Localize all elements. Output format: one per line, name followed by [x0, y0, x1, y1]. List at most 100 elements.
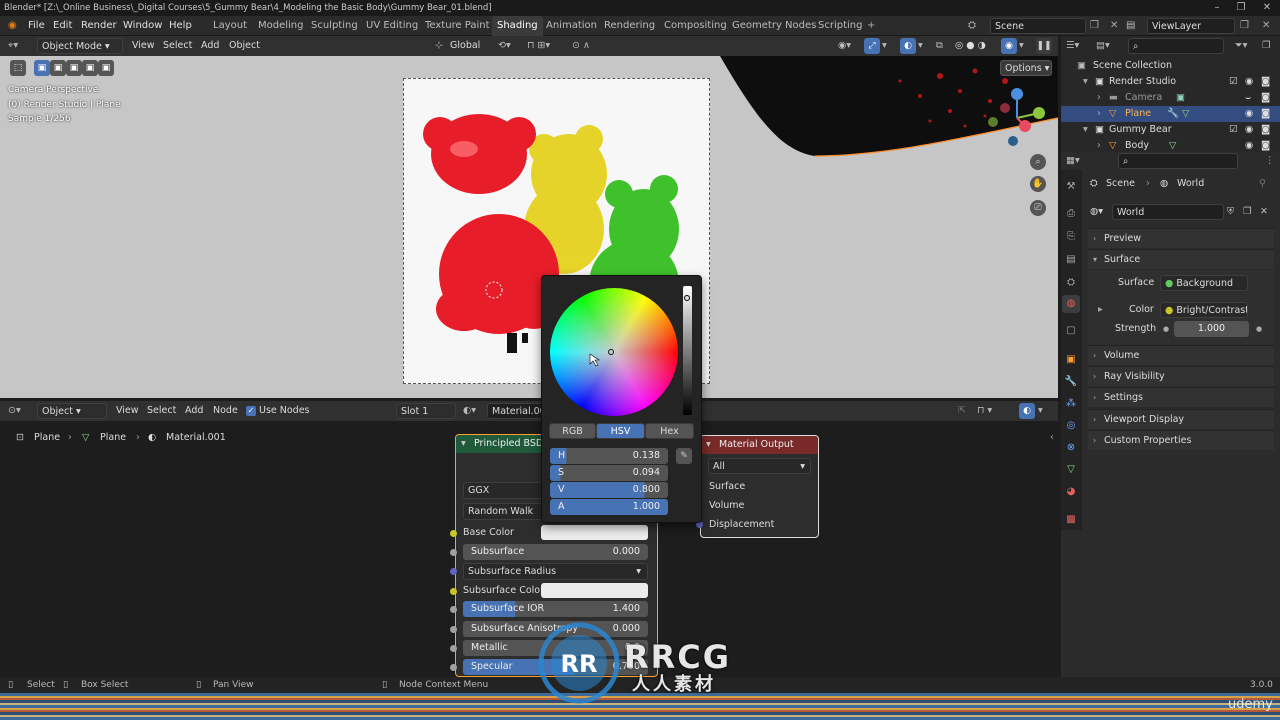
view-layer-icon[interactable]: ▤: [1126, 16, 1135, 36]
view-layer-selector[interactable]: ViewLayer: [1147, 18, 1235, 34]
collection-tab-icon[interactable]: ▢: [1062, 322, 1080, 340]
maximize-icon[interactable]: ❐: [1230, 0, 1252, 16]
panel-preview[interactable]: › Preview: [1088, 228, 1274, 248]
constraints-tab-icon[interactable]: ⊗: [1062, 439, 1080, 457]
mode-selector[interactable]: Object Mode ▾: [37, 38, 123, 54]
material-name-field[interactable]: Material.001: [487, 403, 545, 419]
subsurface-ior-socket[interactable]: [450, 606, 457, 613]
alpha-field[interactable]: A 1.000: [550, 499, 668, 515]
new-scene-icon[interactable]: ❐: [1090, 16, 1099, 36]
expand-icon[interactable]: ›: [1097, 106, 1101, 122]
camera-view-icon[interactable]: ⎚: [1030, 200, 1046, 216]
camera-render-icon[interactable]: ◙: [1261, 74, 1270, 90]
eye-icon[interactable]: ◉: [1245, 138, 1253, 152]
orientation-selector[interactable]: Global: [450, 36, 480, 56]
use-nodes-checkbox[interactable]: ✓: [246, 406, 256, 416]
pivot-icon[interactable]: ⟲▾: [498, 36, 511, 56]
collapse-node-icon[interactable]: ▾: [461, 435, 466, 453]
display-mode-icon[interactable]: ▤▾: [1096, 36, 1110, 56]
output-target-selector[interactable]: All ▾: [708, 458, 811, 474]
material-browse-icon[interactable]: ◐▾: [463, 401, 476, 421]
tab-shading[interactable]: Shading: [492, 16, 543, 36]
eye-icon[interactable]: ◉: [1245, 122, 1253, 138]
new-collection-icon[interactable]: ❐: [1262, 36, 1271, 56]
viewport-menu-view[interactable]: View: [132, 36, 155, 56]
select-intersect-icon[interactable]: ▣: [98, 60, 114, 76]
camera-render-icon[interactable]: ◙: [1261, 90, 1270, 106]
select-invert-icon[interactable]: ▣: [82, 60, 98, 76]
proportional-edit-icon[interactable]: ⊙ ∧: [572, 36, 590, 56]
tab-compositing[interactable]: Compositing: [659, 16, 732, 36]
expand-icon[interactable]: ▾: [1083, 74, 1088, 90]
particles-tab-icon[interactable]: ⁂: [1062, 395, 1080, 413]
tab-rendering[interactable]: Rendering: [599, 16, 660, 36]
navigation-gizmo[interactable]: [985, 86, 1050, 151]
node-editor-type-icon[interactable]: ⊙▾: [8, 401, 21, 421]
color-input-selector[interactable]: ● Bright/Contrast: [1160, 302, 1248, 318]
expand-icon[interactable]: ▾: [1083, 122, 1088, 138]
scene-tab-icon[interactable]: ⛭: [1062, 274, 1080, 292]
physics-tab-icon[interactable]: ◎: [1062, 417, 1080, 435]
xray-icon[interactable]: ⧉: [936, 36, 943, 56]
props-breadcrumb-world[interactable]: World: [1177, 174, 1204, 194]
data-tab-icon[interactable]: ▽: [1062, 461, 1080, 479]
tool-select-icon[interactable]: ⬚: [10, 60, 26, 76]
world-browse-icon[interactable]: ◍▾: [1090, 202, 1103, 222]
breadcrumb-object[interactable]: Plane: [34, 428, 60, 448]
panel-volume[interactable]: › Volume: [1088, 345, 1274, 365]
viewport-menu-object[interactable]: Object: [229, 36, 260, 56]
blender-logo-icon[interactable]: ◉: [8, 16, 17, 36]
select-subtract-icon[interactable]: ▣: [66, 60, 82, 76]
panel-ray-visibility[interactable]: › Ray Visibility: [1088, 366, 1274, 386]
node-menu-view[interactable]: View: [116, 401, 139, 421]
panel-viewport-display[interactable]: › Viewport Display: [1088, 409, 1274, 429]
viewport-menu-select[interactable]: Select: [163, 36, 192, 56]
checkbox-icon[interactable]: ☑: [1229, 74, 1238, 90]
parent-node-tree-icon[interactable]: ⇱: [958, 401, 966, 421]
outliner-gummy-bear[interactable]: Gummy Bear: [1109, 122, 1172, 138]
render-tab-icon[interactable]: ⎙: [1062, 205, 1080, 223]
outliner-render-studio[interactable]: Render Studio: [1109, 74, 1176, 90]
subsurface-color-socket[interactable]: [450, 588, 457, 595]
unlink-icon[interactable]: ✕: [1260, 202, 1268, 222]
visibility-icon[interactable]: ◉▾: [838, 36, 851, 56]
value-field[interactable]: V 0.800: [550, 482, 668, 498]
zoom-icon[interactable]: ⌕: [1030, 154, 1046, 170]
3d-viewport[interactable]: Camera Perspective (0) Render Studio | P…: [0, 56, 1058, 398]
minimize-icon[interactable]: –: [1206, 0, 1228, 16]
subsurface-radius-socket[interactable]: [450, 568, 457, 575]
saturation-field[interactable]: S 0.094: [550, 465, 668, 481]
expand-icon[interactable]: ›: [1097, 138, 1101, 152]
tab-scripting[interactable]: Scripting: [813, 16, 867, 36]
add-workspace-icon[interactable]: +: [867, 16, 875, 36]
tab-sculpting[interactable]: Sculpting: [306, 16, 363, 36]
subsurface-ior-slider[interactable]: Subsurface IOR 1.400: [463, 601, 648, 617]
output-node-header[interactable]: ▾ Material Output: [701, 436, 818, 454]
snap-icon[interactable]: ⊓ ⊞▾: [527, 36, 550, 56]
menu-render[interactable]: Render: [81, 16, 117, 36]
panel-settings[interactable]: › Settings: [1088, 387, 1274, 407]
gizmo-dropdown-icon[interactable]: ▾: [882, 36, 887, 56]
overlays-dropdown-icon[interactable]: ▾: [918, 36, 923, 56]
outliner-search-input[interactable]: ⌕: [1128, 38, 1224, 54]
menu-file[interactable]: File: [28, 16, 45, 36]
panel-custom-properties[interactable]: › Custom Properties: [1088, 430, 1274, 450]
picker-tab-hsv[interactable]: HSV: [596, 423, 645, 439]
snap-node-icon[interactable]: ⊓ ▾: [977, 401, 992, 421]
view-layer-tab-icon[interactable]: ▤: [1062, 251, 1080, 269]
menu-edit[interactable]: Edit: [53, 16, 72, 36]
value-slider-handle[interactable]: [684, 295, 690, 301]
outliner-plane[interactable]: Plane: [1125, 106, 1151, 122]
eye-icon[interactable]: ◉: [1245, 106, 1253, 122]
expand-icon[interactable]: ›: [1097, 90, 1101, 106]
node-menu-node[interactable]: Node: [213, 401, 238, 421]
subsurface-color-swatch[interactable]: [541, 583, 648, 598]
metallic-socket[interactable]: [450, 645, 457, 652]
object-tab-icon[interactable]: ▣: [1062, 351, 1080, 369]
material-tab-icon[interactable]: ◕: [1062, 483, 1080, 501]
camera-render-icon[interactable]: ◙: [1261, 106, 1270, 122]
outliner-camera[interactable]: Camera: [1125, 90, 1162, 106]
editor-type-icon[interactable]: ⌖▾: [8, 36, 18, 56]
eyedropper-icon[interactable]: ✎: [676, 448, 692, 464]
modifier-tab-icon[interactable]: 🔧: [1062, 373, 1080, 391]
